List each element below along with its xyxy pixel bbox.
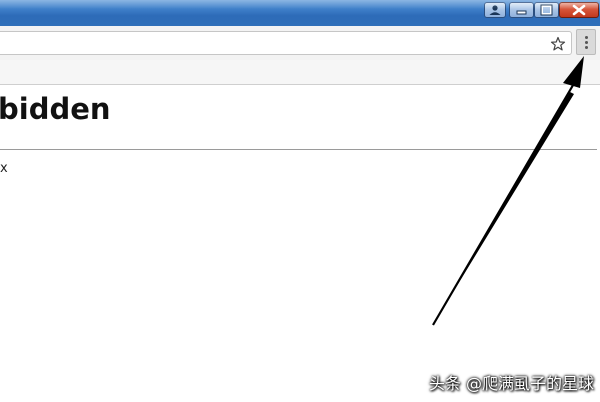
annotation-arrow xyxy=(432,56,584,326)
watermark-text: 头条 @爬满虱子的星球 xyxy=(428,374,594,393)
